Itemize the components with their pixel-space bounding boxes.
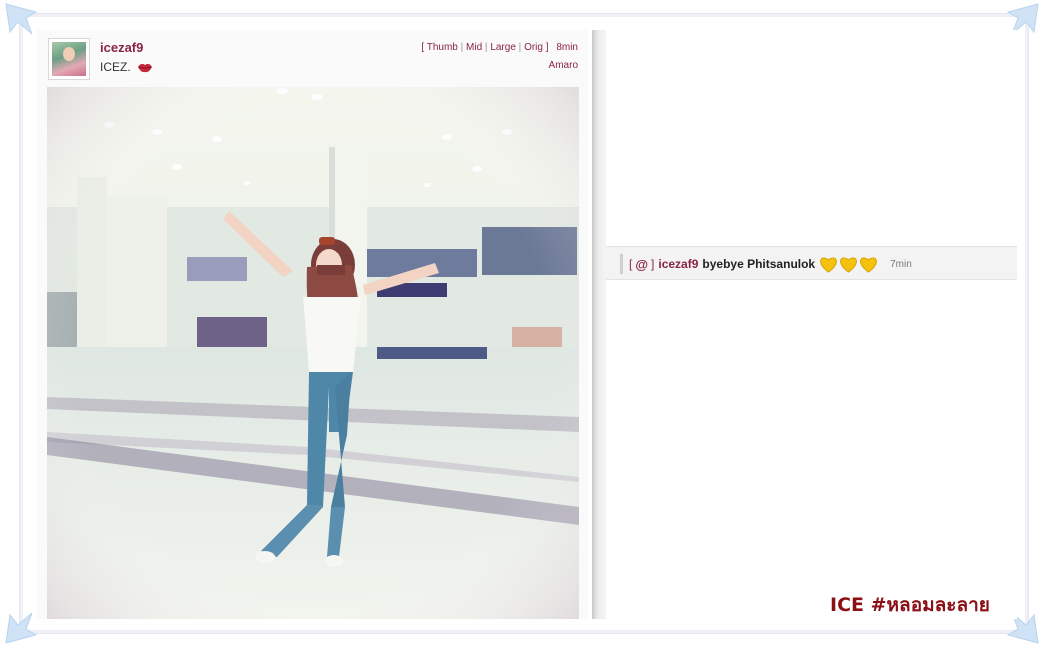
bracket-open: [ (421, 42, 425, 53)
post-panel: icezaf9 ICEZ. [ Thumb | Mid | Large | Or… (37, 30, 588, 619)
comment-text: byebye Phitsanulok (702, 257, 816, 271)
comment-content: [ @ ] icezaf9 byebye Phitsanulok 7min (620, 254, 912, 274)
orig-size-link[interactable]: Orig (524, 42, 543, 53)
yellow-heart-icon (839, 256, 858, 273)
comment-username-link[interactable]: icezaf9 (658, 257, 698, 271)
reply-at-button[interactable]: @ (635, 257, 648, 272)
comment-emoji-group (819, 256, 878, 273)
separator: | (460, 42, 464, 53)
bracket-close: ] (651, 257, 655, 271)
post-age: 8min (556, 42, 578, 53)
post-photo[interactable] (47, 87, 579, 619)
bracket-close: ] (545, 42, 549, 53)
column-divider (592, 30, 606, 619)
separator: | (518, 42, 522, 53)
post-caption: ICEZ. (100, 60, 153, 76)
photo-size-links: [ Thumb | Mid | Large | Orig ] 8min (421, 42, 578, 53)
post-caption-text: ICEZ. (100, 60, 131, 74)
comment-time: 7min (890, 258, 912, 270)
mid-size-link[interactable]: Mid (466, 42, 482, 53)
watermark-text: ICE #หลอมละลาย (830, 594, 990, 616)
photo-filter-name: Amaro (548, 60, 578, 71)
yellow-heart-icon (819, 256, 838, 273)
large-size-link[interactable]: Large (490, 42, 516, 53)
yellow-heart-icon (859, 256, 878, 273)
bracket-open: [ (629, 257, 633, 271)
avatar[interactable] (48, 38, 90, 80)
avatar-image (52, 42, 86, 76)
comment-row: [ @ ] icezaf9 byebye Phitsanulok 7min (606, 246, 1017, 280)
post-username-link[interactable]: icezaf9 (100, 40, 143, 55)
corner-ribbon-decoration (4, 2, 38, 36)
thumb-size-link[interactable]: Thumb (427, 42, 458, 53)
comments-panel: [ @ ] icezaf9 byebye Phitsanulok 7min (606, 30, 1017, 619)
separator: | (484, 42, 488, 53)
corner-ribbon-decoration (4, 611, 38, 645)
lips-icon (137, 62, 153, 76)
